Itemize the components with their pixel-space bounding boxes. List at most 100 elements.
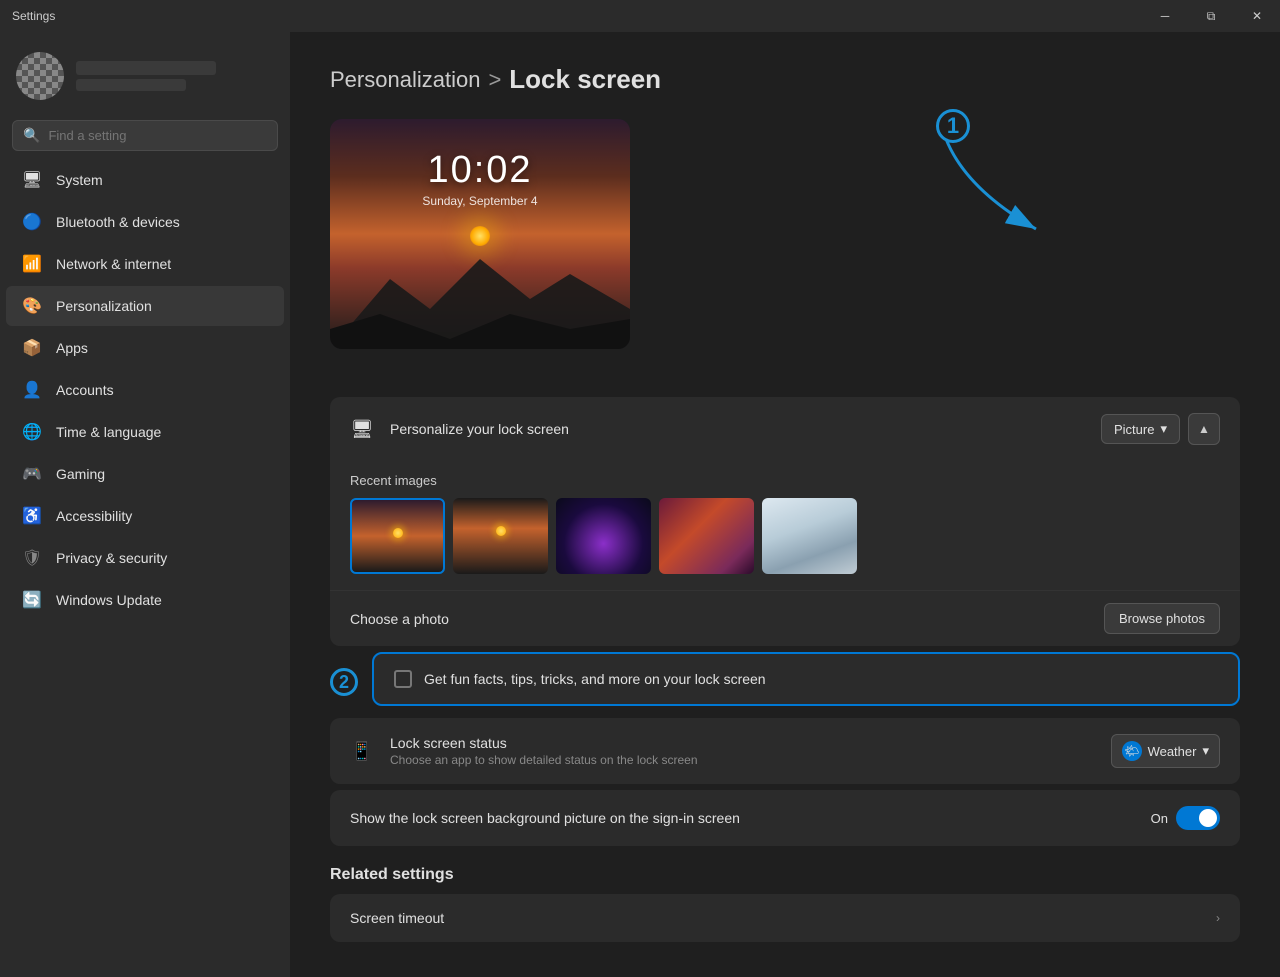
lock-status-control: 🌤 Weather ▾ bbox=[1111, 734, 1220, 768]
lock-status-text: Lock screen status Choose an app to show… bbox=[390, 735, 1095, 767]
show-background-row: Show the lock screen background picture … bbox=[330, 790, 1240, 846]
lock-status-subtitle: Choose an app to show detailed status on… bbox=[390, 753, 1095, 767]
step-2-badge: 2 bbox=[330, 668, 358, 696]
apps-icon: 📦 bbox=[22, 338, 42, 358]
personalize-card: 🖥 Personalize your lock screen Picture ▾… bbox=[330, 397, 1240, 646]
personalize-row: 🖥 Personalize your lock screen Picture ▾… bbox=[330, 397, 1240, 461]
titlebar-title: Settings bbox=[12, 9, 55, 23]
thumbnail-5[interactable] bbox=[762, 498, 857, 574]
chevron-right-icon: › bbox=[1216, 911, 1220, 925]
search-input[interactable] bbox=[48, 128, 267, 143]
step-1-badge: 1 bbox=[936, 109, 970, 143]
lockscreen-date: Sunday, September 4 bbox=[422, 194, 537, 208]
personalize-controls: Picture ▾ ▲ bbox=[1101, 413, 1220, 445]
thumb-sun-2 bbox=[496, 526, 506, 536]
choose-photo-row: Choose a photo Browse photos bbox=[330, 590, 1240, 646]
screen-timeout-card: Screen timeout › bbox=[330, 894, 1240, 942]
annotation-1: 1 bbox=[936, 109, 970, 143]
screen-timeout-row[interactable]: Screen timeout › bbox=[330, 894, 1240, 942]
sidebar-item-bluetooth[interactable]: 🔵 Bluetooth & devices bbox=[6, 202, 284, 242]
sidebar-item-windows-update[interactable]: 🔄 Windows Update bbox=[6, 580, 284, 620]
sidebar-item-accounts[interactable]: 👤 Accounts bbox=[6, 370, 284, 410]
sidebar-item-accessibility[interactable]: ♿ Accessibility bbox=[6, 496, 284, 536]
accessibility-icon: ♿ bbox=[22, 506, 42, 526]
sidebar-item-apps[interactable]: 📦 Apps bbox=[6, 328, 284, 368]
sidebar-item-label: Network & internet bbox=[56, 256, 171, 272]
fun-facts-row: 2 Get fun facts, tips, tricks, and more … bbox=[330, 652, 1240, 712]
images-grid bbox=[350, 498, 1220, 574]
breadcrumb-current: Lock screen bbox=[509, 64, 661, 95]
lock-status-icon: 📱 bbox=[350, 739, 374, 763]
sidebar-item-network[interactable]: 📶 Network & internet bbox=[6, 244, 284, 284]
related-settings-heading: Related settings bbox=[330, 866, 1240, 884]
accounts-icon: 👤 bbox=[22, 380, 42, 400]
windows-update-icon: 🔄 bbox=[22, 590, 42, 610]
bluetooth-icon: 🔵 bbox=[22, 212, 42, 232]
show-background-toggle[interactable] bbox=[1176, 806, 1220, 830]
thumbnail-3[interactable] bbox=[556, 498, 651, 574]
sidebar-item-system[interactable]: 🖥 System bbox=[6, 160, 284, 200]
sidebar-item-label: Gaming bbox=[56, 466, 105, 482]
titlebar-controls: ─ ⧉ ✕ bbox=[1142, 0, 1280, 32]
lock-status-title: Lock screen status bbox=[390, 735, 1095, 751]
sidebar-item-time[interactable]: 🌐 Time & language bbox=[6, 412, 284, 452]
lockscreen-time: 10:02 bbox=[427, 149, 532, 192]
screen-timeout-title: Screen timeout bbox=[350, 910, 1200, 926]
picture-dropdown-label: Picture bbox=[1114, 422, 1154, 437]
titlebar: Settings ─ ⧉ ✕ bbox=[0, 0, 1280, 32]
screen-timeout-text: Screen timeout bbox=[350, 910, 1200, 926]
user-profile-area bbox=[0, 40, 290, 116]
search-icon: 🔍 bbox=[23, 127, 40, 144]
show-background-text: Show the lock screen background picture … bbox=[350, 810, 1135, 826]
picture-dropdown-button[interactable]: Picture ▾ bbox=[1101, 414, 1180, 444]
minimize-button[interactable]: ─ bbox=[1142, 0, 1188, 32]
user-email bbox=[76, 79, 186, 91]
weather-dropdown-button[interactable]: 🌤 Weather ▾ bbox=[1111, 734, 1220, 768]
user-info bbox=[76, 61, 274, 91]
lockscreen-preview: 10:02 Sunday, September 4 bbox=[330, 119, 630, 349]
choose-photo-label: Choose a photo bbox=[350, 611, 449, 627]
sidebar-item-label: Bluetooth & devices bbox=[56, 214, 180, 230]
fun-facts-card: Get fun facts, tips, tricks, and more on… bbox=[372, 652, 1240, 706]
personalize-title: Personalize your lock screen bbox=[390, 421, 1085, 437]
sidebar-item-label: Time & language bbox=[56, 424, 161, 440]
sidebar-item-gaming[interactable]: 🎮 Gaming bbox=[6, 454, 284, 494]
sidebar-item-label: Accessibility bbox=[56, 508, 132, 524]
fun-facts-checkbox[interactable] bbox=[394, 670, 412, 688]
show-background-control: On bbox=[1151, 806, 1220, 830]
maximize-button[interactable]: ⧉ bbox=[1188, 0, 1234, 32]
breadcrumb-parent: Personalization bbox=[330, 67, 480, 93]
main-content: Personalization > Lock screen 10:02 Sund… bbox=[290, 32, 1280, 977]
search-box[interactable]: 🔍 bbox=[12, 120, 278, 151]
annotation-arrow-1 bbox=[906, 129, 1106, 249]
toggle-thumb bbox=[1199, 809, 1217, 827]
thumbnail-1[interactable] bbox=[350, 498, 445, 574]
fun-facts-label: Get fun facts, tips, tricks, and more on… bbox=[424, 671, 766, 687]
sidebar-item-personalization[interactable]: 🎨 Personalization bbox=[6, 286, 284, 326]
recent-images-label: Recent images bbox=[350, 473, 1220, 488]
thumbnail-2[interactable] bbox=[453, 498, 548, 574]
show-background-title: Show the lock screen background picture … bbox=[350, 810, 1135, 826]
app-body: 🔍 🖥 System 🔵 Bluetooth & devices 📶 Netwo… bbox=[0, 32, 1280, 977]
privacy-icon: 🛡 bbox=[22, 548, 42, 568]
network-icon: 📶 bbox=[22, 254, 42, 274]
sidebar-item-label: Windows Update bbox=[56, 592, 162, 608]
weather-icon: 🌤 bbox=[1122, 741, 1142, 761]
avatar bbox=[16, 52, 64, 100]
browse-photos-button[interactable]: Browse photos bbox=[1104, 603, 1220, 634]
lock-screen-status-card: 📱 Lock screen status Choose an app to sh… bbox=[330, 718, 1240, 784]
show-background-card: Show the lock screen background picture … bbox=[330, 790, 1240, 846]
sidebar-item-privacy[interactable]: 🛡 Privacy & security bbox=[6, 538, 284, 578]
mountain-silhouette bbox=[330, 229, 630, 349]
gaming-icon: 🎮 bbox=[22, 464, 42, 484]
chevron-up-icon: ▲ bbox=[1198, 422, 1210, 436]
expand-button[interactable]: ▲ bbox=[1188, 413, 1220, 445]
breadcrumb: Personalization > Lock screen bbox=[330, 64, 1240, 95]
sidebar-item-label: Accounts bbox=[56, 382, 114, 398]
thumbnail-4[interactable] bbox=[659, 498, 754, 574]
sidebar-item-label: Personalization bbox=[56, 298, 152, 314]
sidebar-item-label: Apps bbox=[56, 340, 88, 356]
personalize-text: Personalize your lock screen bbox=[390, 421, 1085, 437]
lock-screen-status-row: 📱 Lock screen status Choose an app to sh… bbox=[330, 718, 1240, 784]
close-button[interactable]: ✕ bbox=[1234, 0, 1280, 32]
